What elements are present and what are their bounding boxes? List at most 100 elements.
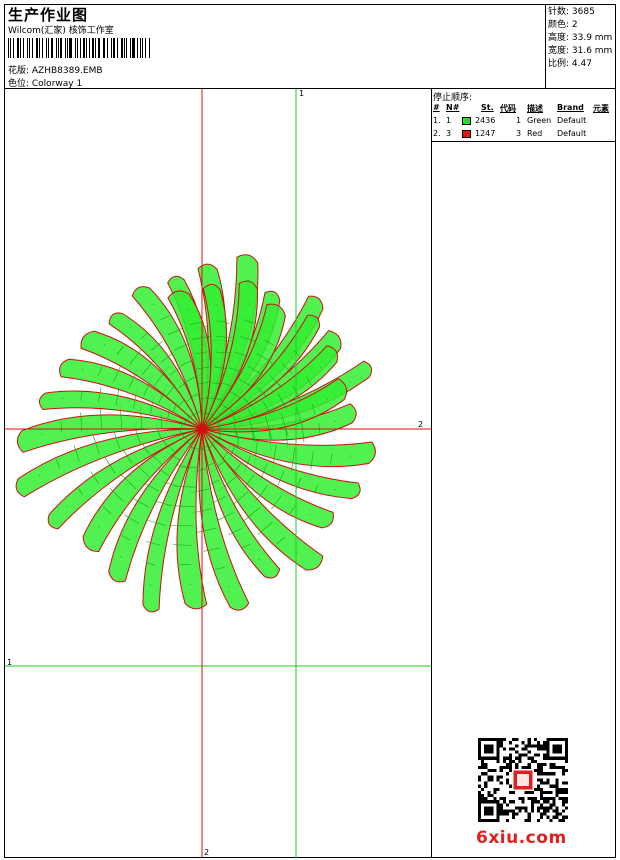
qr-module: [533, 738, 537, 742]
row-needle: 3: [446, 129, 452, 138]
qr-module: [564, 790, 568, 794]
qr-module: [499, 775, 503, 779]
qr-module: [530, 809, 534, 813]
qr-module: [515, 766, 519, 770]
studio-subtitle: Wilcom(汇家) 核饰工作室: [8, 26, 114, 36]
qr-module: [549, 762, 553, 767]
qr-module: [487, 775, 491, 779]
qr-module: [509, 769, 513, 773]
barcode-bar: [83, 38, 85, 58]
qr-module: [561, 772, 565, 776]
qr-module: [518, 753, 522, 757]
qr-module: [536, 806, 541, 810]
barcode-bar: [136, 38, 138, 58]
qr-module: [527, 818, 531, 822]
qr-module: [518, 756, 522, 760]
qr-module: [536, 747, 541, 751]
qr-module: [496, 787, 500, 791]
qr-module: [555, 790, 559, 794]
qr-module: [484, 784, 488, 788]
header-index: #: [433, 103, 440, 112]
row-code: 1: [516, 116, 522, 125]
barcode-bar: [76, 38, 78, 58]
qr-module: [530, 790, 534, 794]
qr-module: [490, 793, 494, 798]
qr-module: [546, 790, 550, 794]
qr-module: [502, 809, 506, 813]
qr-module: [543, 762, 547, 767]
qr-module: [521, 741, 525, 745]
qr-module: [509, 790, 513, 794]
qr-module: [543, 772, 547, 776]
qr-module: [509, 762, 513, 767]
qr-module: [543, 781, 547, 785]
qr-module: [561, 800, 565, 804]
qr-module: [505, 818, 510, 822]
qr-code: [478, 738, 568, 822]
qr-module: [540, 769, 544, 773]
qr-module: [493, 790, 497, 794]
barcode-bar: [85, 38, 87, 58]
qr-module: [509, 784, 513, 788]
qr-module: [555, 781, 559, 785]
barcode-bar: [79, 38, 81, 58]
header-brand: Brand: [557, 103, 584, 112]
qr-module: [515, 750, 519, 754]
qr-module: [524, 790, 528, 794]
qr-module: [487, 778, 491, 782]
qr-module: [509, 800, 513, 804]
qr-module: [524, 818, 528, 822]
qr-module: [552, 797, 556, 801]
barcode-bar: [88, 38, 90, 58]
qr-module: [502, 812, 506, 816]
qr-module: [481, 797, 485, 801]
barcode-bar: [132, 38, 135, 58]
qr-module: [478, 790, 482, 794]
qr-finder-center: [484, 806, 494, 816]
qr-module: [549, 806, 553, 810]
qr-module: [478, 784, 482, 788]
qr-module: [484, 797, 488, 801]
qr-module: [487, 793, 491, 798]
header-needle: N#: [446, 103, 460, 112]
qr-module: [543, 756, 547, 760]
qr-module: [518, 806, 522, 810]
qr-module: [509, 759, 513, 763]
qr-module: [505, 762, 510, 767]
qr-module: [509, 747, 513, 751]
qr-module: [536, 772, 541, 776]
qr-module: [496, 775, 500, 779]
design-stats: 针数: 3685 颜色: 2 高度: 33.9 mm 宽度: 31.6 mm 比…: [548, 6, 612, 71]
qr-module: [558, 818, 562, 822]
qr-module: [543, 812, 547, 816]
qr-module: [478, 797, 482, 801]
qr-module: [505, 809, 510, 813]
qr-module: [555, 778, 559, 782]
qr-module: [558, 797, 562, 801]
qr-module: [505, 756, 510, 760]
qr-module: [487, 790, 491, 794]
qr-module: [484, 766, 488, 770]
qr-module: [536, 818, 541, 822]
barcode-bar: [16, 38, 20, 58]
barcode-bar: [98, 38, 100, 58]
qr-module: [549, 797, 553, 801]
color-swatch-green: [462, 117, 471, 125]
qr-module: [540, 766, 544, 770]
row-index: 1.: [433, 116, 441, 125]
qr-module: [564, 759, 568, 763]
qr-module: [552, 803, 556, 807]
qr-module: [512, 738, 516, 742]
qr-module: [490, 769, 494, 773]
qr-module: [512, 800, 516, 804]
qr-module: [521, 806, 525, 810]
qr-module: [527, 738, 531, 742]
qr-module: [502, 800, 506, 804]
qr-module: [530, 756, 534, 760]
qr-module: [561, 787, 565, 791]
qr-module: [499, 797, 503, 801]
stop-row: 1. 1 2436 1 Green Default: [432, 116, 617, 128]
qr-module: [543, 753, 547, 757]
qr-module: [512, 815, 516, 819]
barcode: [8, 38, 151, 58]
